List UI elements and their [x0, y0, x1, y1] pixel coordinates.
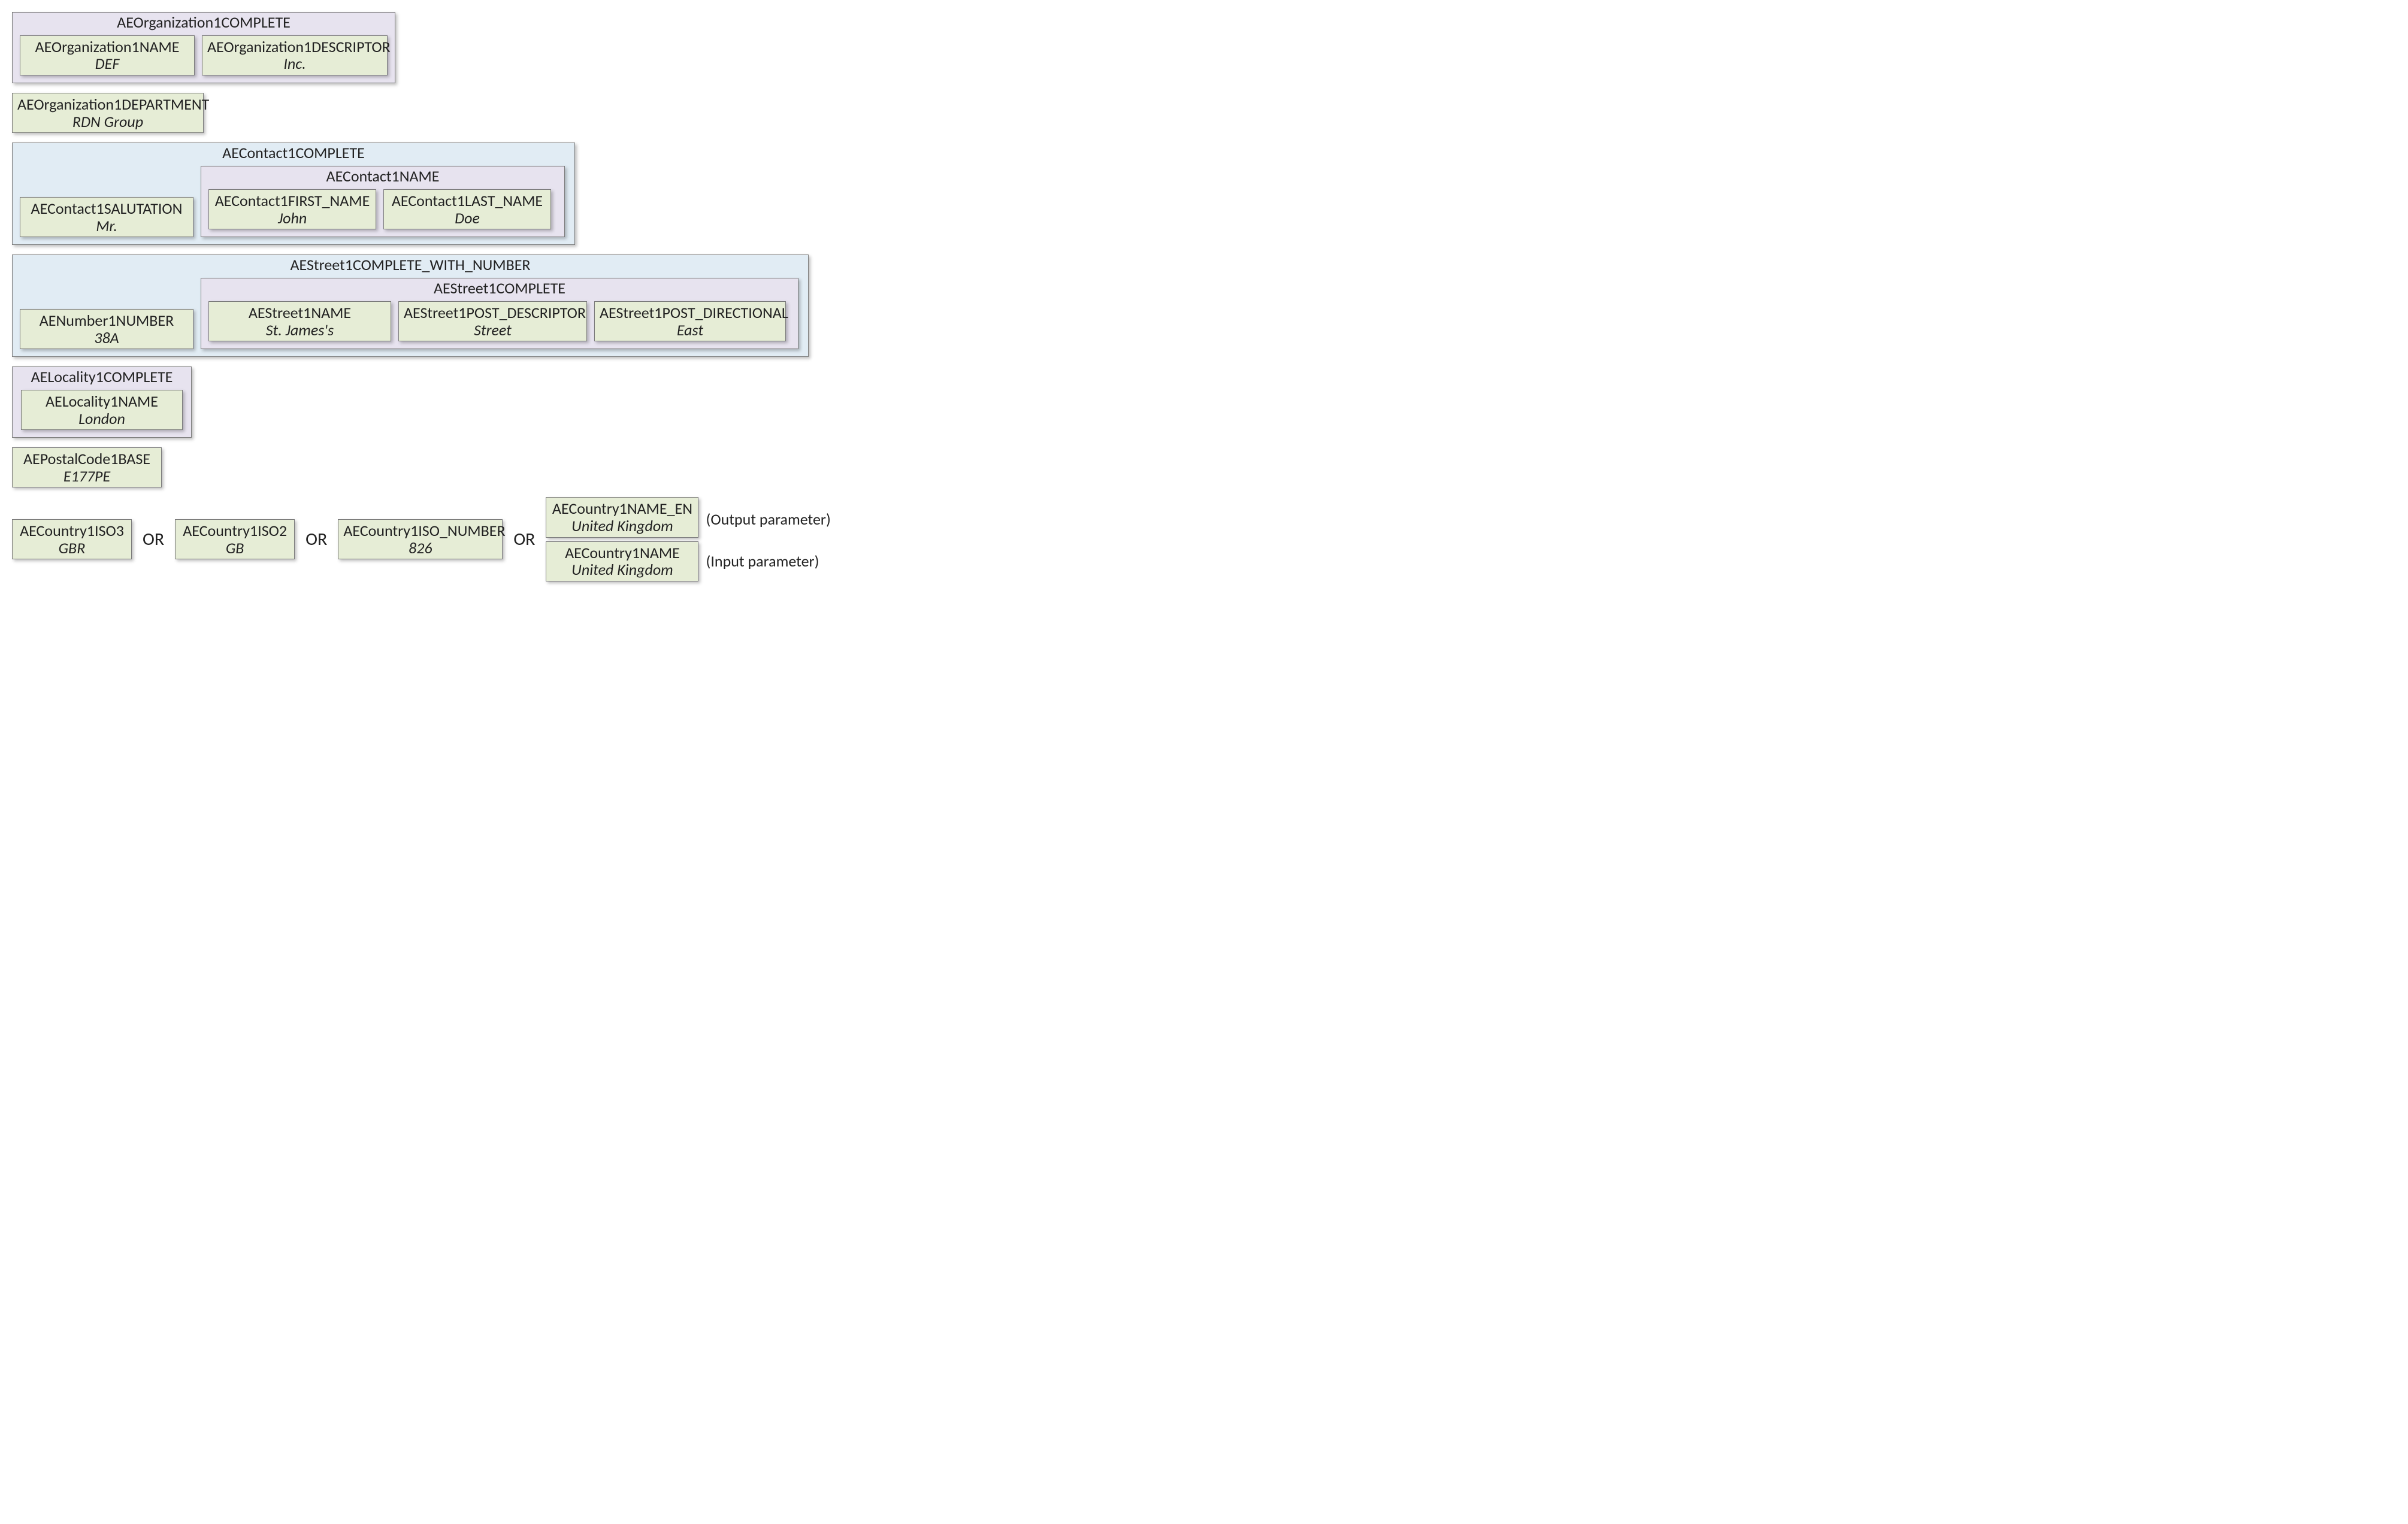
contact-last-field: AEContact1LAST_NAME Doe: [383, 189, 551, 229]
street-name-label: AEStreet1NAME: [214, 304, 386, 322]
street-number-value: 38A: [25, 329, 188, 347]
country-row: AECountry1ISO3 GBR OR AECountry1ISO2 GB …: [12, 497, 851, 581]
country-iso3-field: AECountry1ISO3 GBR: [12, 519, 132, 559]
postal-field: AEPostalCode1BASE E177PE: [12, 447, 162, 487]
contact-salutation-field: AEContact1SALUTATION Mr.: [20, 197, 193, 237]
country-iso-number-value: 826: [343, 540, 497, 557]
org-department-label: AEOrganization1DEPARTMENT: [17, 96, 198, 113]
output-parameter-caption: (Output parameter): [698, 510, 830, 529]
locality-name-field: AELocality1NAME London: [21, 390, 183, 430]
country-name-stack: AECountry1NAME_EN United Kingdom (Output…: [546, 497, 830, 581]
street-cwn-title: AEStreet1COMPLETE_WITH_NUMBER: [16, 255, 804, 274]
street-post-directional-label: AEStreet1POST_DIRECTIONAL: [600, 304, 781, 322]
street-number-label: AENumber1NUMBER: [25, 312, 188, 329]
contact-first-value: John: [214, 210, 371, 227]
country-name-field: AECountry1NAME United Kingdom: [546, 541, 698, 581]
street-name-value: St. James's: [214, 322, 386, 339]
country-iso2-field: AECountry1ISO2 GB: [175, 519, 295, 559]
street-post-descriptor-field: AEStreet1POST_DESCRIPTOR Street: [398, 301, 587, 341]
locality-name-value: London: [26, 410, 177, 428]
postal-value: E177PE: [17, 468, 156, 485]
street-complete-title: AEStreet1COMPLETE: [205, 278, 794, 298]
country-name-en-field: AECountry1NAME_EN United Kingdom: [546, 497, 698, 537]
contact-name-title: AEContact1NAME: [205, 166, 561, 186]
org-department-field: AEOrganization1DEPARTMENT RDN Group: [12, 93, 204, 133]
or-text-1: OR: [132, 528, 175, 550]
street-complete-box: AEStreet1COMPLETE AEStreet1NAME St. Jame…: [201, 278, 798, 349]
locality-name-label: AELocality1NAME: [26, 393, 177, 410]
diagram-canvas: AEOrganization1COMPLETE AEOrganization1N…: [12, 12, 851, 581]
or-text-2: OR: [295, 528, 338, 550]
street-complete-with-number-box: AEStreet1COMPLETE_WITH_NUMBER AENumber1N…: [12, 254, 809, 357]
contact-last-label: AEContact1LAST_NAME: [389, 192, 546, 210]
input-parameter-caption: (Input parameter): [698, 552, 819, 571]
org-name-value: DEF: [25, 55, 189, 72]
org-name-field: AEOrganization1NAME DEF: [20, 35, 195, 75]
org-name-label: AEOrganization1NAME: [25, 38, 189, 56]
country-iso2-value: GB: [180, 540, 289, 557]
street-post-descriptor-value: Street: [404, 322, 582, 339]
postal-label: AEPostalCode1BASE: [17, 450, 156, 468]
org-descriptor-field: AEOrganization1DESCRIPTOR Inc.: [202, 35, 388, 75]
contact-last-value: Doe: [389, 210, 546, 227]
org-complete-box: AEOrganization1COMPLETE AEOrganization1N…: [12, 12, 395, 83]
country-name-en-label: AECountry1NAME_EN: [551, 500, 693, 517]
contact-salutation-label: AEContact1SALUTATION: [25, 200, 188, 217]
locality-complete-box: AELocality1COMPLETE AELocality1NAME Lond…: [12, 366, 192, 438]
contact-first-label: AEContact1FIRST_NAME: [214, 192, 371, 210]
org-descriptor-label: AEOrganization1DESCRIPTOR: [207, 38, 382, 56]
contact-name-box: AEContact1NAME AEContact1FIRST_NAME John…: [201, 166, 565, 237]
contact-first-field: AEContact1FIRST_NAME John: [208, 189, 376, 229]
org-department-value: RDN Group: [17, 113, 198, 131]
country-name-label: AECountry1NAME: [551, 544, 693, 562]
contact-salutation-value: Mr.: [25, 217, 188, 235]
or-text-3: OR: [503, 528, 546, 550]
country-iso2-label: AECountry1ISO2: [180, 522, 289, 540]
country-name-value: United Kingdom: [551, 561, 693, 578]
street-post-descriptor-label: AEStreet1POST_DESCRIPTOR: [404, 304, 582, 322]
country-iso-number-field: AECountry1ISO_NUMBER 826: [338, 519, 503, 559]
country-iso3-label: AECountry1ISO3: [17, 522, 126, 540]
street-number-field: AENumber1NUMBER 38A: [20, 309, 193, 349]
org-descriptor-value: Inc.: [207, 55, 382, 72]
country-iso3-value: GBR: [17, 540, 126, 557]
org-complete-title: AEOrganization1COMPLETE: [16, 13, 391, 32]
street-name-field: AEStreet1NAME St. James's: [208, 301, 391, 341]
contact-complete-box: AEContact1COMPLETE AEContact1SALUTATION …: [12, 143, 575, 245]
locality-complete-title: AELocality1COMPLETE: [16, 367, 187, 386]
country-name-en-value: United Kingdom: [551, 517, 693, 535]
street-post-directional-field: AEStreet1POST_DIRECTIONAL East: [594, 301, 786, 341]
contact-complete-title: AEContact1COMPLETE: [16, 143, 571, 162]
country-iso-number-label: AECountry1ISO_NUMBER: [343, 522, 497, 540]
street-post-directional-value: East: [600, 322, 781, 339]
